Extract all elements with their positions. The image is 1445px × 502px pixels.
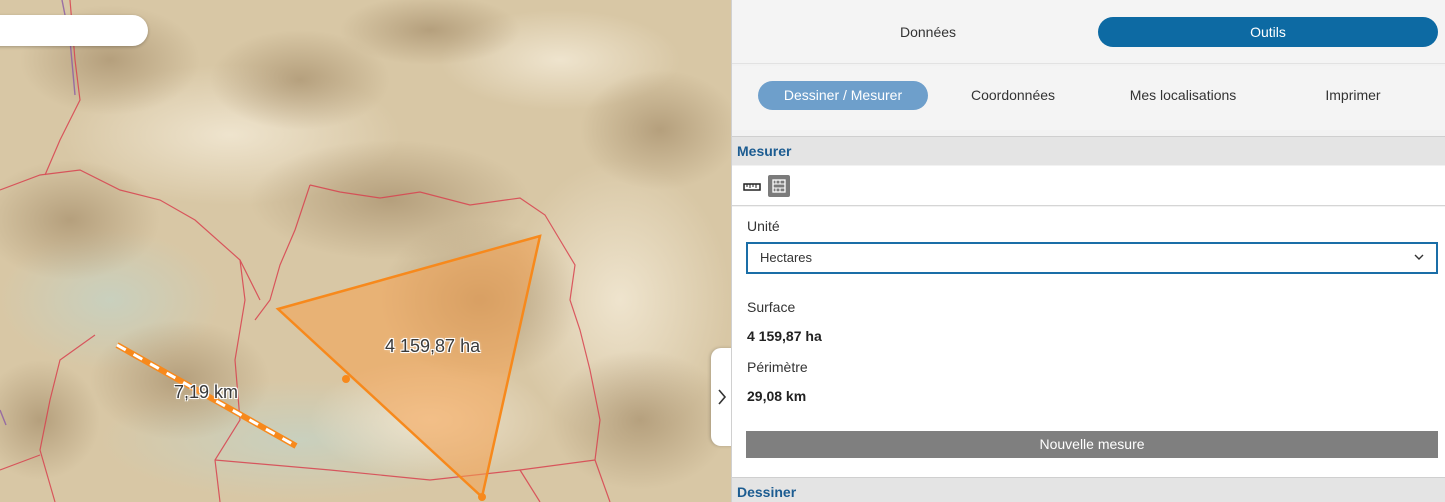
ruler-distance-icon[interactable] bbox=[741, 175, 763, 197]
terrain-map bbox=[0, 0, 731, 502]
map-search-input[interactable] bbox=[0, 15, 148, 46]
area-measure-label: 4 159,87 ha bbox=[385, 336, 481, 356]
surface-value: 4 159,87 ha bbox=[747, 328, 822, 344]
section-header-mesurer[interactable]: Mesurer bbox=[732, 136, 1445, 165]
vertex-handle[interactable] bbox=[478, 493, 486, 501]
tab-dessiner-mesurer[interactable]: Dessiner / Mesurer bbox=[758, 81, 928, 110]
perimeter-label: Périmètre bbox=[747, 359, 808, 375]
tab-imprimer[interactable]: Imprimer bbox=[1268, 81, 1438, 110]
sub-tabs: Dessiner / Mesurer Coordonnées Mes local… bbox=[732, 66, 1445, 130]
tab-mes-localisations[interactable]: Mes localisations bbox=[1098, 81, 1268, 110]
area-measure-icon[interactable] bbox=[768, 175, 790, 197]
vertex-handle[interactable] bbox=[342, 375, 350, 383]
unit-select[interactable]: Hectares bbox=[746, 242, 1438, 274]
map-view[interactable]: 4 159,87 ha 7,19 km bbox=[0, 0, 731, 502]
surface-label: Surface bbox=[747, 299, 796, 315]
perimeter-value: 29,08 km bbox=[747, 388, 807, 404]
chevron-right-icon bbox=[718, 389, 727, 405]
tab-donnees[interactable]: Données bbox=[758, 17, 1098, 47]
tab-coordonnees[interactable]: Coordonnées bbox=[928, 81, 1098, 110]
measure-content: Unité Hectares Surface 4 159,87 ha Périm… bbox=[732, 207, 1445, 477]
app-root: 4 159,87 ha 7,19 km Données Outils Dessi… bbox=[0, 0, 1445, 502]
new-measure-button[interactable]: Nouvelle mesure bbox=[746, 431, 1438, 458]
section-header-dessiner[interactable]: Dessiner bbox=[732, 477, 1445, 502]
tab-outils[interactable]: Outils bbox=[1098, 17, 1438, 47]
chevron-down-icon bbox=[1414, 254, 1424, 260]
measure-tools bbox=[732, 166, 1445, 206]
main-tabs: Données Outils bbox=[732, 0, 1445, 64]
unit-label: Unité bbox=[747, 218, 780, 234]
distance-measure-label: 7,19 km bbox=[174, 382, 239, 402]
side-panel: Données Outils Dessiner / Mesurer Coordo… bbox=[731, 0, 1445, 502]
unit-select-value: Hectares bbox=[760, 250, 813, 265]
panel-toggle-button[interactable] bbox=[711, 348, 731, 446]
